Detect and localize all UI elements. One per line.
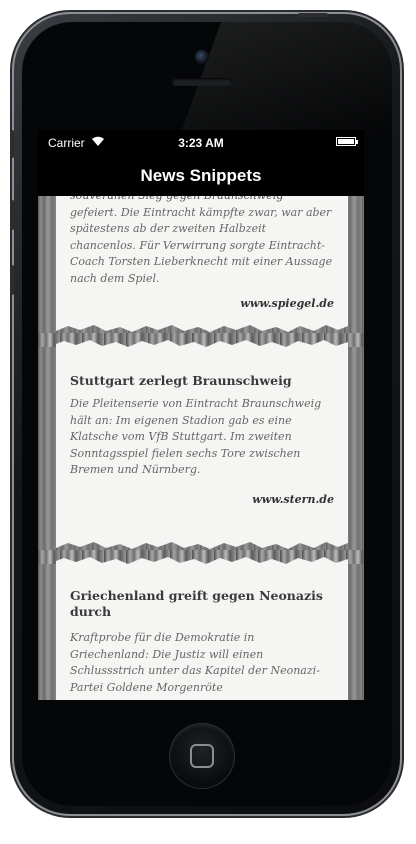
mute-switch (10, 130, 14, 158)
torn-paper-edge (56, 323, 348, 332)
front-camera-icon (195, 50, 209, 64)
article-title: Stuttgart zerlegt Braunschweig (70, 373, 292, 388)
volume-down-button (10, 265, 14, 295)
screen: Carrier 3:23 AM News Snippets souveränen… (38, 130, 364, 700)
status-time: 3:23 AM (178, 136, 224, 150)
home-button[interactable] (170, 724, 234, 788)
article-title: Griechenland greift gegen Neonazis durch (70, 588, 323, 619)
volume-up-button (10, 200, 14, 230)
article-source[interactable]: www.spiegel.de (70, 297, 334, 310)
navigation-bar: News Snippets (38, 156, 364, 196)
earpiece-speaker (172, 78, 232, 86)
article-source[interactable]: www.stern.de (70, 493, 334, 506)
article-body: Kraftprobe für die Demokratie in Grieche… (70, 631, 320, 694)
news-list[interactable]: souveränen Sieg gegen Braunschweig gefei… (38, 196, 364, 700)
article-body-clipped-line: souveränen Sieg gegen Braunschweig (70, 196, 334, 205)
power-button (298, 13, 328, 17)
home-square-icon (190, 744, 214, 768)
article-body: Die Pleitenserie von Eintracht Braunschw… (70, 397, 322, 476)
nav-title: News Snippets (140, 166, 262, 185)
article-body: gefeiert. Die Eintracht kämpfte zwar, wa… (70, 205, 333, 285)
news-card[interactable]: souveränen Sieg gegen Braunschweig gefei… (56, 196, 348, 324)
battery-icon (336, 137, 358, 146)
news-card[interactable]: Griechenland greift gegen Neonazis durch… (56, 564, 348, 700)
status-bar: Carrier 3:23 AM (38, 130, 364, 156)
news-card[interactable]: Stuttgart zerlegt Braunschweig Die Pleit… (56, 347, 348, 541)
torn-paper-edge (56, 540, 348, 549)
